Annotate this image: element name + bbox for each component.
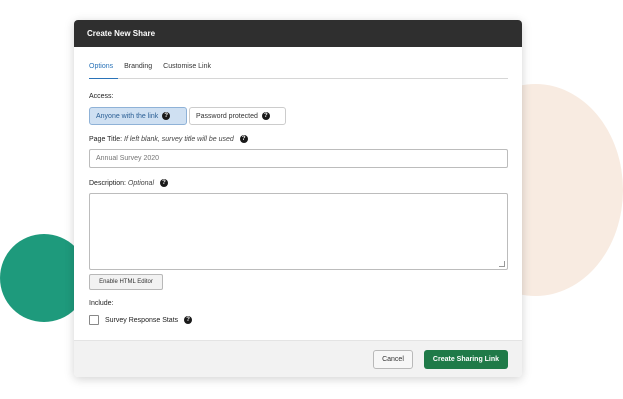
- tab-branding[interactable]: Branding: [124, 62, 157, 78]
- page-title-input[interactable]: [89, 149, 508, 168]
- page-title-label: Page Title: If left blank, survey title …: [89, 135, 248, 143]
- description-label-text: Description:: [89, 179, 126, 187]
- access-option-anyone[interactable]: Anyone with the link ?: [89, 107, 187, 125]
- access-option-password-label: Password protected: [196, 112, 258, 120]
- description-hint: Optional: [127, 179, 154, 187]
- enable-html-editor-button[interactable]: Enable HTML Editor: [89, 274, 163, 290]
- create-share-modal: Create New Share Options Branding Custom…: [74, 20, 522, 377]
- description-label: Description: Optional ?: [89, 179, 168, 187]
- survey-response-stats-checkbox[interactable]: [89, 315, 99, 325]
- access-option-anyone-label: Anyone with the link: [96, 112, 159, 120]
- tab-customise-link[interactable]: Customise Link: [163, 62, 216, 78]
- help-icon[interactable]: ?: [159, 179, 168, 187]
- help-icon[interactable]: ?: [261, 112, 270, 120]
- tab-options[interactable]: Options: [89, 62, 119, 79]
- cancel-button[interactable]: Cancel: [373, 350, 413, 369]
- description-textarea[interactable]: [89, 193, 508, 270]
- include-label: Include:: [89, 300, 114, 307]
- page-title-label-text: Page Title:: [89, 135, 123, 143]
- modal-footer: Cancel Create Sharing Link: [74, 340, 522, 377]
- help-icon[interactable]: ?: [162, 112, 171, 120]
- page-title-hint: If left blank, survey title will be used: [124, 135, 234, 143]
- help-icon[interactable]: ?: [184, 316, 193, 324]
- resize-handle-icon[interactable]: [499, 261, 505, 267]
- create-sharing-link-button[interactable]: Create Sharing Link: [424, 350, 508, 369]
- help-icon[interactable]: ?: [239, 135, 248, 143]
- modal-header: Create New Share: [74, 20, 522, 47]
- tab-bar: Options Branding Customise Link: [89, 62, 508, 79]
- modal-title: Create New Share: [87, 29, 156, 38]
- survey-response-stats-label: Survey Response Stats: [105, 316, 179, 324]
- access-label: Access:: [89, 93, 114, 100]
- access-option-password[interactable]: Password protected ?: [189, 107, 286, 125]
- survey-response-stats-row: Survey Response Stats ?: [105, 316, 193, 324]
